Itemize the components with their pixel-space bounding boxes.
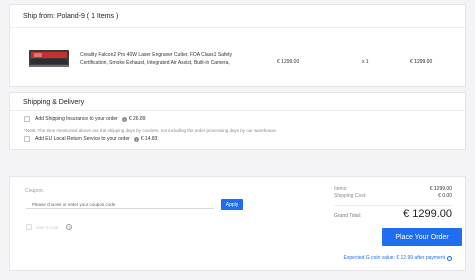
divider	[334, 205, 452, 206]
apply-coupon-button[interactable]: Apply	[221, 199, 243, 210]
insurance-price: € 26.89	[128, 116, 146, 122]
return-service-option[interactable]: Add EU Local Return Service to your orde…	[24, 136, 157, 142]
coupon-input[interactable]: Please choose or enter your coupon code	[26, 200, 214, 209]
insurance-label: Add Shipping Insurance to your order	[35, 116, 118, 122]
help-icon[interactable]: ?	[447, 255, 452, 261]
info-icon[interactable]: i	[133, 136, 139, 142]
shipment-card: Ship from: Poland-9 ( 1 Items ) Creality…	[9, 4, 466, 87]
return-service-price: € 14.83	[140, 136, 158, 142]
divider	[10, 110, 465, 111]
shipment-title: Ship from: Poland-9 ( 1 Items )	[23, 13, 119, 20]
shipping-note: *Note: The time mentioned above are the …	[24, 128, 278, 133]
divider	[10, 27, 465, 28]
delivery-card: Shipping & Delivery Add Shipping Insuran…	[9, 92, 466, 150]
shipping-cost-label: Shipping Cost:	[334, 193, 367, 199]
info-icon[interactable]: i	[121, 116, 127, 122]
product-total: € 1299.00	[410, 59, 433, 65]
insurance-option[interactable]: Add Shipping Insurance to your order i €…	[24, 116, 146, 122]
items-label: Items:	[334, 186, 348, 192]
items-value: € 1299.00	[429, 186, 452, 192]
product-quantity: x 1	[362, 59, 369, 65]
use-gcoin-label: Use G coin	[36, 224, 59, 230]
shipping-cost-value: € 0.00	[438, 193, 452, 199]
product-price: € 1299.00	[277, 59, 300, 65]
place-order-button[interactable]: Place Your Order	[382, 228, 462, 246]
use-gcoin-checkbox[interactable]	[26, 224, 32, 230]
product-image[interactable]	[28, 47, 70, 69]
grand-total-value: € 1299.00	[403, 208, 452, 220]
gcoin-expected-text: Expected G coin value: € 12.99 after pay…	[343, 255, 445, 261]
return-service-checkbox[interactable]	[24, 136, 30, 142]
insurance-checkbox[interactable]	[24, 116, 30, 122]
gcoin-expected-note: Expected G coin value: € 12.99 after pay…	[344, 255, 452, 261]
delivery-title: Shipping & Delivery	[23, 99, 85, 106]
coupon-label: Coupon:	[25, 188, 44, 194]
product-name[interactable]: Creality Falcon2 Pro 40W Laser Engraver …	[80, 52, 260, 67]
return-service-label: Add EU Local Return Service to your orde…	[35, 136, 130, 142]
help-icon[interactable]: ?	[66, 224, 73, 230]
use-gcoin-option[interactable]: Use G coin ?	[26, 224, 73, 230]
order-summary-card: Coupon: Please choose or enter your coup…	[9, 176, 466, 271]
grand-total-label: Grand Total:	[334, 213, 362, 219]
